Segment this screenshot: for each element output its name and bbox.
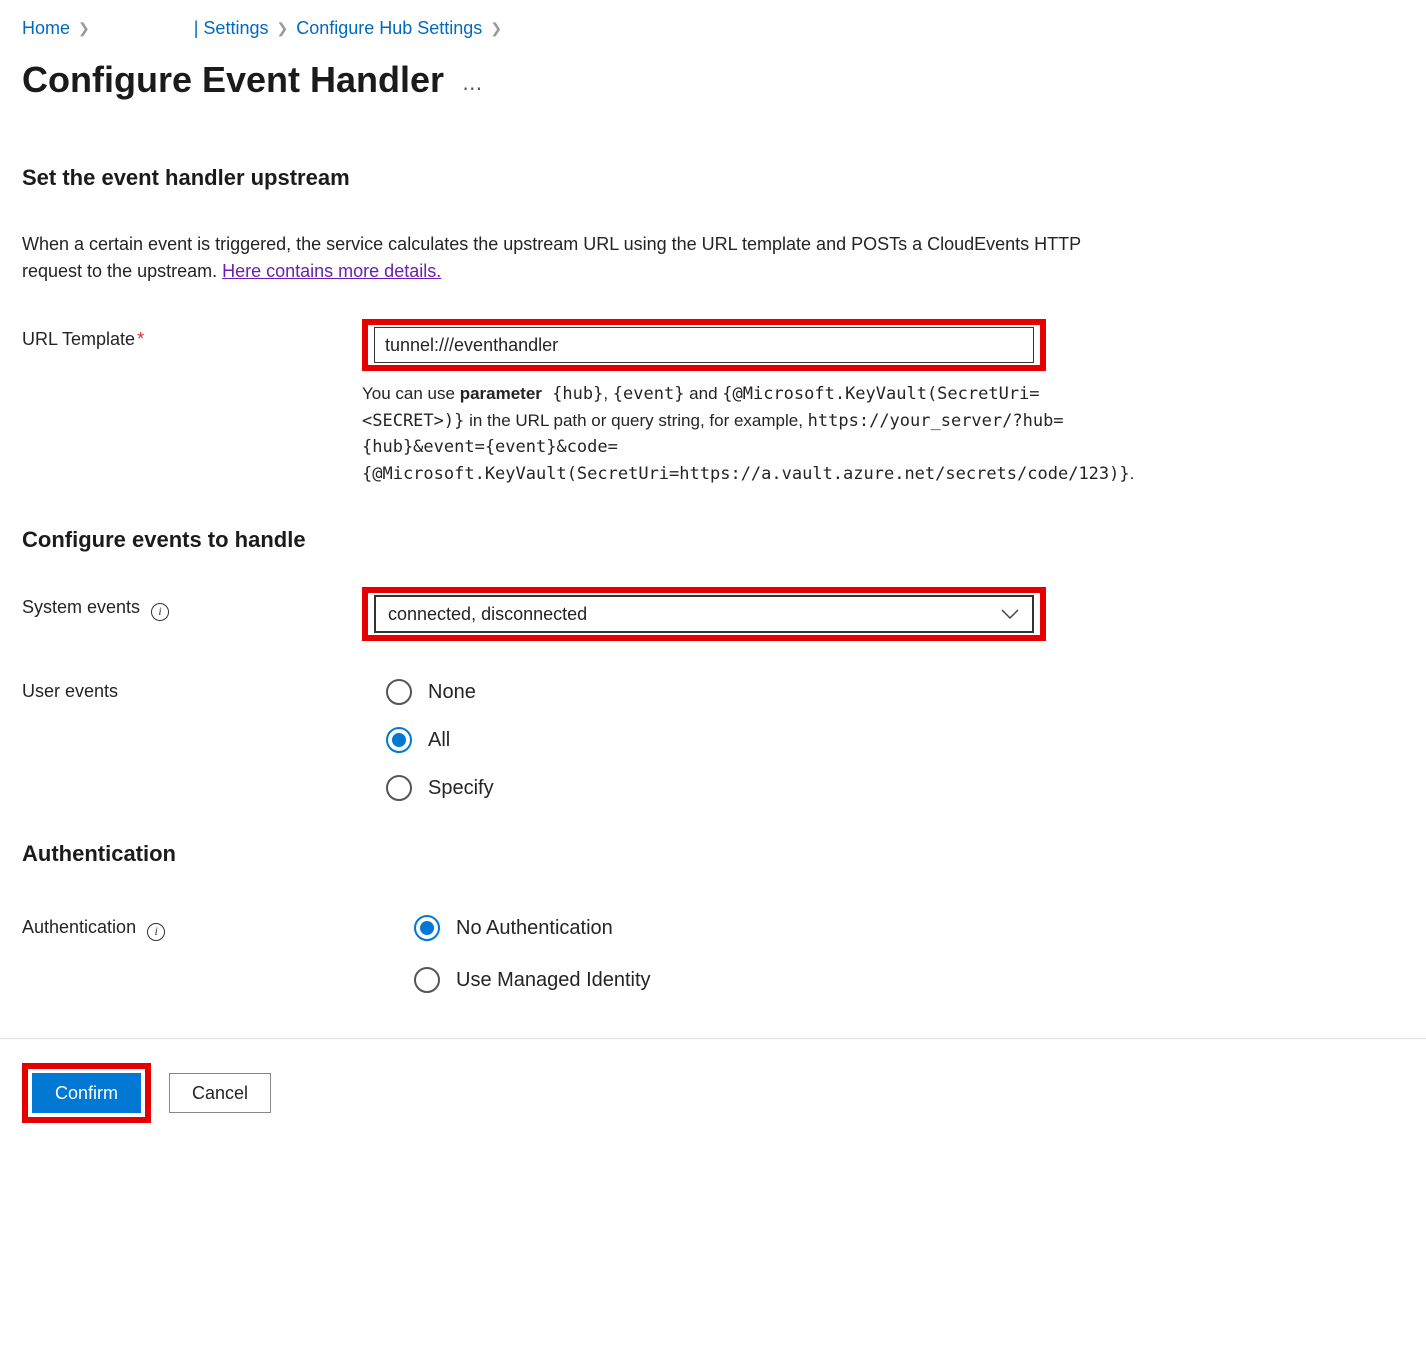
more-icon[interactable]: ⋯: [462, 76, 484, 101]
confirm-highlight: Confirm: [22, 1063, 151, 1123]
system-events-highlight: connected, disconnected: [362, 587, 1046, 641]
details-link[interactable]: Here contains more details.: [222, 261, 441, 281]
user-events-specify[interactable]: Specify: [386, 775, 1404, 801]
system-events-value: connected, disconnected: [388, 604, 587, 625]
system-events-label: System events i: [22, 587, 362, 621]
breadcrumb-configure-hub[interactable]: Configure Hub Settings: [296, 18, 482, 39]
cancel-button[interactable]: Cancel: [169, 1073, 271, 1113]
url-template-input[interactable]: [374, 327, 1034, 363]
radio-icon: [414, 967, 440, 993]
upstream-intro: When a certain event is triggered, the s…: [22, 231, 1102, 285]
system-events-dropdown[interactable]: connected, disconnected: [374, 595, 1034, 633]
breadcrumb: Home ❯ | Settings ❯ Configure Hub Settin…: [22, 12, 1404, 39]
page-title: Configure Event Handler: [22, 59, 444, 101]
breadcrumb-home[interactable]: Home: [22, 18, 70, 39]
radio-checked-icon: [414, 915, 440, 941]
url-template-highlight: [362, 319, 1046, 371]
section-upstream-heading: Set the event handler upstream: [22, 165, 1404, 191]
radio-icon: [386, 775, 412, 801]
user-events-none[interactable]: None: [386, 679, 1404, 705]
url-template-label: URL Template*: [22, 319, 362, 350]
auth-none[interactable]: No Authentication: [414, 915, 1404, 941]
chevron-right-icon: ❯: [488, 20, 504, 37]
section-events-heading: Configure events to handle: [22, 527, 1404, 553]
radio-icon: [386, 679, 412, 705]
info-icon[interactable]: i: [147, 923, 165, 941]
radio-checked-icon: [386, 727, 412, 753]
footer: Confirm Cancel: [0, 1038, 1426, 1123]
user-events-label: User events: [22, 675, 362, 702]
info-icon[interactable]: i: [151, 603, 169, 621]
url-template-help: You can use parameter {hub}, {event} and…: [362, 381, 1122, 487]
chevron-right-icon: ❯: [274, 20, 290, 37]
confirm-button[interactable]: Confirm: [32, 1073, 141, 1113]
auth-label: Authentication i: [22, 911, 362, 941]
required-asterisk: *: [137, 329, 144, 349]
section-auth-heading: Authentication: [22, 841, 1404, 867]
chevron-right-icon: ❯: [76, 20, 92, 37]
breadcrumb-settings[interactable]: | Settings: [194, 18, 269, 39]
auth-managed[interactable]: Use Managed Identity: [414, 967, 1404, 993]
user-events-all[interactable]: All: [386, 727, 1404, 753]
chevron-down-icon: [1000, 608, 1020, 620]
